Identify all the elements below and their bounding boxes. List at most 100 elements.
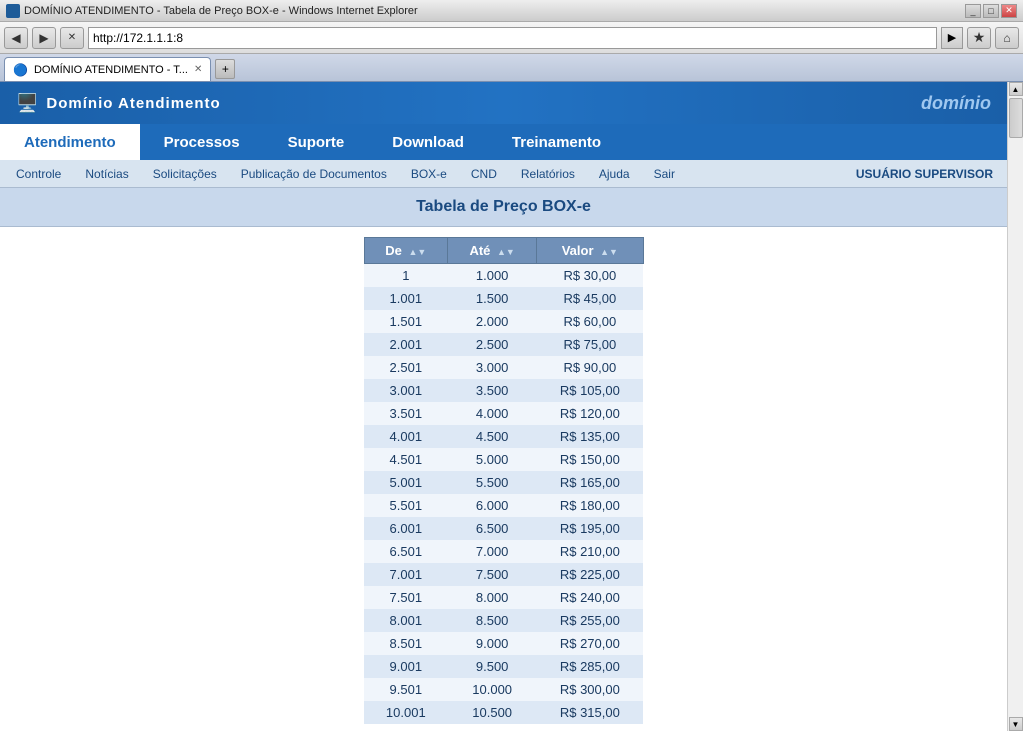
sub-nav: Controle Notícias Solicitações Publicaçã… <box>0 160 1007 188</box>
cell-ate: 2.500 <box>448 333 537 356</box>
cell-valor: R$ 270,00 <box>537 632 643 655</box>
cell-de: 7.001 <box>364 563 448 586</box>
table-row: 10.00110.500R$ 315,00 <box>364 701 643 724</box>
nav-item-download[interactable]: Download <box>368 124 488 160</box>
nav-item-treinamento[interactable]: Treinamento <box>488 124 625 160</box>
subnav-solicitacoes[interactable]: Solicitações <box>141 160 229 188</box>
subnav-ajuda[interactable]: Ajuda <box>587 160 642 188</box>
cell-valor: R$ 285,00 <box>537 655 643 678</box>
table-row: 9.50110.000R$ 300,00 <box>364 678 643 701</box>
table-row: 3.0013.500R$ 105,00 <box>364 379 643 402</box>
vertical-scrollbar: ▲ ▼ <box>1007 82 1023 731</box>
favorites-button[interactable]: ★ <box>967 27 991 49</box>
address-input[interactable] <box>88 27 937 49</box>
cell-valor: R$ 30,00 <box>537 264 643 288</box>
cell-valor: R$ 195,00 <box>537 517 643 540</box>
cell-de: 4.501 <box>364 448 448 471</box>
table-row: 3.5014.000R$ 120,00 <box>364 402 643 425</box>
page-title: Tabela de Preço BOX-e <box>416 198 591 215</box>
cell-valor: R$ 150,00 <box>537 448 643 471</box>
nav-item-suporte[interactable]: Suporte <box>264 124 369 160</box>
cell-valor: R$ 45,00 <box>537 287 643 310</box>
table-row: 2.5013.000R$ 90,00 <box>364 356 643 379</box>
tab-bar: 🔵 DOMÍNIO ATENDIMENTO - T... ✕ + <box>0 54 1023 82</box>
titlebar-controls: _ □ ✕ <box>965 4 1017 18</box>
cell-de: 1.001 <box>364 287 448 310</box>
subnav-boxe[interactable]: BOX-e <box>399 160 459 188</box>
price-table: De ▲▼ Até ▲▼ Valor ▲▼ 11.000 <box>364 237 644 724</box>
forward-button[interactable]: ▶ <box>32 27 56 49</box>
browser-title: DOMÍNIO ATENDIMENTO - Tabela de Preço BO… <box>24 5 418 17</box>
back-button[interactable]: ◀ <box>4 27 28 49</box>
cell-de: 4.001 <box>364 425 448 448</box>
minimize-button[interactable]: _ <box>965 4 981 18</box>
col-valor[interactable]: Valor ▲▼ <box>537 238 643 264</box>
cell-valor: R$ 210,00 <box>537 540 643 563</box>
subnav-cnd[interactable]: CND <box>459 160 509 188</box>
tab-close-button[interactable]: ✕ <box>194 64 202 75</box>
cell-valor: R$ 300,00 <box>537 678 643 701</box>
cell-valor: R$ 255,00 <box>537 609 643 632</box>
table-row: 8.0018.500R$ 255,00 <box>364 609 643 632</box>
cell-ate: 1.000 <box>448 264 537 288</box>
cell-de: 2.501 <box>364 356 448 379</box>
tab-icon: 🔵 <box>13 63 28 77</box>
cell-valor: R$ 240,00 <box>537 586 643 609</box>
table-row: 5.5016.000R$ 180,00 <box>364 494 643 517</box>
table-row: 1.0011.500R$ 45,00 <box>364 287 643 310</box>
cell-de: 5.501 <box>364 494 448 517</box>
cell-ate: 3.500 <box>448 379 537 402</box>
go-button[interactable]: ▶ <box>941 27 963 49</box>
cell-ate: 10.500 <box>448 701 537 724</box>
subnav-controle[interactable]: Controle <box>4 160 73 188</box>
active-tab[interactable]: 🔵 DOMÍNIO ATENDIMENTO - T... ✕ <box>4 57 211 81</box>
subnav-sair[interactable]: Sair <box>642 160 687 188</box>
cell-ate: 2.000 <box>448 310 537 333</box>
cell-valor: R$ 60,00 <box>537 310 643 333</box>
cell-de: 8.501 <box>364 632 448 655</box>
cell-de: 6.501 <box>364 540 448 563</box>
table-row: 8.5019.000R$ 270,00 <box>364 632 643 655</box>
app-logo: Domínio Atendimento <box>46 95 220 112</box>
cell-de: 9.001 <box>364 655 448 678</box>
cell-de: 10.001 <box>364 701 448 724</box>
cell-ate: 6.500 <box>448 517 537 540</box>
scroll-up-button[interactable]: ▲ <box>1009 82 1023 96</box>
cell-valor: R$ 135,00 <box>537 425 643 448</box>
cell-de: 5.001 <box>364 471 448 494</box>
subnav-relatorios[interactable]: Relatórios <box>509 160 587 188</box>
table-row: 11.000R$ 30,00 <box>364 264 643 288</box>
close-button[interactable]: ✕ <box>1001 4 1017 18</box>
table-container: De ▲▼ Até ▲▼ Valor ▲▼ 11.000 <box>0 227 1007 731</box>
home-button[interactable]: ⌂ <box>995 27 1019 49</box>
table-row: 6.0016.500R$ 195,00 <box>364 517 643 540</box>
subnav-publicacao[interactable]: Publicação de Documentos <box>229 160 399 188</box>
table-header-row: De ▲▼ Até ▲▼ Valor ▲▼ <box>364 238 643 264</box>
cell-de: 1 <box>364 264 448 288</box>
scroll-down-button[interactable]: ▼ <box>1009 717 1023 731</box>
nav-item-atendimento[interactable]: Atendimento <box>0 124 140 160</box>
cell-ate: 8.000 <box>448 586 537 609</box>
col-de[interactable]: De ▲▼ <box>364 238 448 264</box>
cell-valor: R$ 120,00 <box>537 402 643 425</box>
cell-de: 7.501 <box>364 586 448 609</box>
cell-valor: R$ 105,00 <box>537 379 643 402</box>
table-row: 5.0015.500R$ 165,00 <box>364 471 643 494</box>
cell-ate: 8.500 <box>448 609 537 632</box>
cell-valor: R$ 75,00 <box>537 333 643 356</box>
page-wrapper: 🖥️ Domínio Atendimento domínio Atendimen… <box>0 82 1023 731</box>
cell-de: 3.501 <box>364 402 448 425</box>
user-label: USUÁRIO SUPERVISOR <box>846 167 1003 181</box>
cell-ate: 5.000 <box>448 448 537 471</box>
cell-ate: 10.000 <box>448 678 537 701</box>
nav-item-processos[interactable]: Processos <box>140 124 264 160</box>
cell-valor: R$ 180,00 <box>537 494 643 517</box>
stop-button[interactable]: ✕ <box>60 27 84 49</box>
scroll-thumb[interactable] <box>1009 98 1023 138</box>
restore-button[interactable]: □ <box>983 4 999 18</box>
cell-de: 9.501 <box>364 678 448 701</box>
new-tab-button[interactable]: + <box>215 59 235 79</box>
subnav-noticias[interactable]: Notícias <box>73 160 140 188</box>
col-ate[interactable]: Até ▲▼ <box>448 238 537 264</box>
table-row: 2.0012.500R$ 75,00 <box>364 333 643 356</box>
